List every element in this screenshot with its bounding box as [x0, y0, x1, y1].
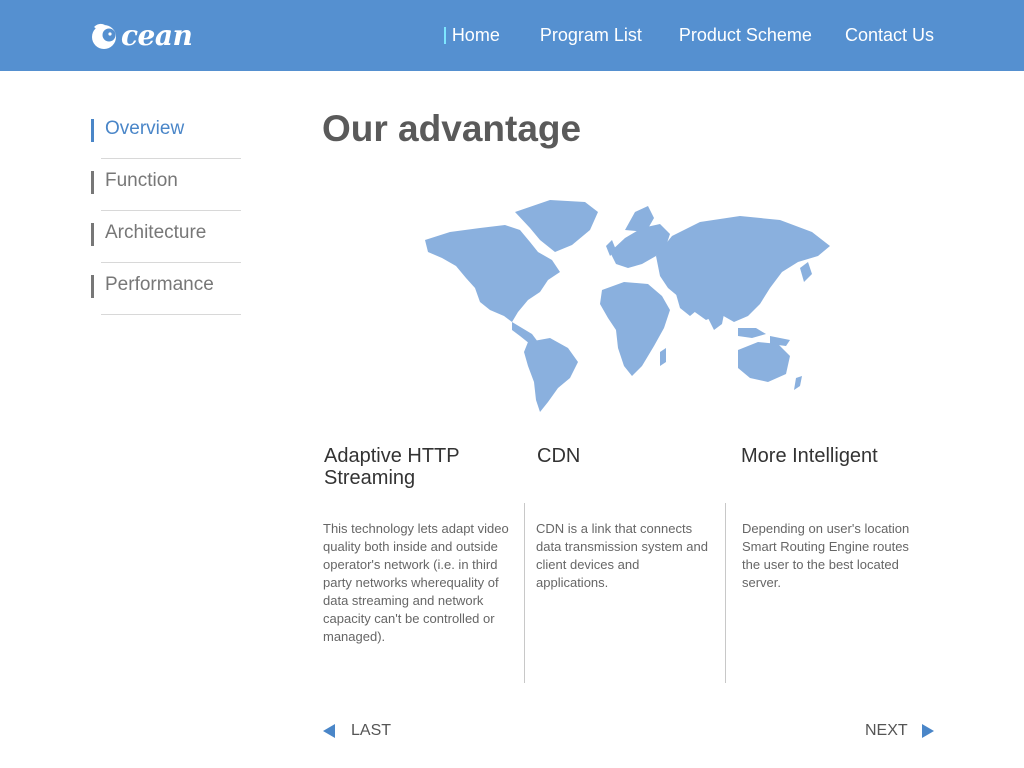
main-nav: Home Program List Product Scheme Contact…	[443, 0, 934, 71]
sidebar-item-overview[interactable]: Overview	[91, 107, 241, 159]
nav-contact-us[interactable]: Contact Us	[845, 25, 934, 46]
item-indicator	[91, 171, 94, 194]
sidebar-item-architecture[interactable]: Architecture	[91, 211, 241, 263]
feature-desc-more-intelligent: Depending on user's location Smart Routi…	[742, 521, 910, 590]
arrow-right-icon	[921, 724, 934, 738]
next-label: NEXT	[865, 722, 908, 739]
feature-title-more-intelligent: More Intelligent	[741, 445, 878, 467]
item-indicator	[91, 275, 94, 298]
nav-home[interactable]: Home	[443, 25, 500, 46]
column-divider	[725, 503, 726, 683]
last-button[interactable]: LAST	[323, 722, 391, 740]
world-map-icon	[420, 190, 840, 420]
last-label: LAST	[351, 722, 392, 739]
ocean-logo[interactable]: cean	[90, 16, 193, 56]
active-indicator	[91, 119, 94, 142]
arrow-left-icon	[323, 724, 335, 738]
sidebar-item-performance[interactable]: Performance	[91, 263, 241, 315]
feature-title-cdn: CDN	[537, 445, 581, 467]
sidebar-item-label: Function	[105, 170, 178, 191]
header-bar: cean Home Program List Product Scheme Co…	[0, 0, 1024, 71]
feature-desc-cdn: CDN is a link that connects data transmi…	[536, 521, 708, 590]
logo-text: cean	[121, 19, 193, 52]
column-divider	[524, 503, 525, 683]
sidebar-item-label: Performance	[105, 274, 214, 295]
nav-program-list[interactable]: Program List	[540, 25, 642, 46]
sidebar: Overview Function Architecture Performan…	[91, 107, 241, 315]
item-indicator	[91, 223, 94, 246]
ocean-logo-mark-icon	[90, 21, 120, 51]
feature-desc-adaptive-streaming: This technology lets adapt video quality…	[323, 521, 509, 644]
next-button[interactable]: NEXT	[865, 722, 934, 740]
sidebar-item-label: Overview	[105, 118, 185, 139]
sidebar-item-label: Architecture	[105, 222, 207, 243]
divider	[101, 314, 241, 315]
page-title: Our advantage	[322, 108, 582, 149]
sidebar-item-function[interactable]: Function	[91, 159, 241, 211]
feature-title-adaptive-streaming: Adaptive HTTP Streaming	[324, 445, 460, 489]
nav-product-scheme[interactable]: Product Scheme	[679, 25, 812, 46]
